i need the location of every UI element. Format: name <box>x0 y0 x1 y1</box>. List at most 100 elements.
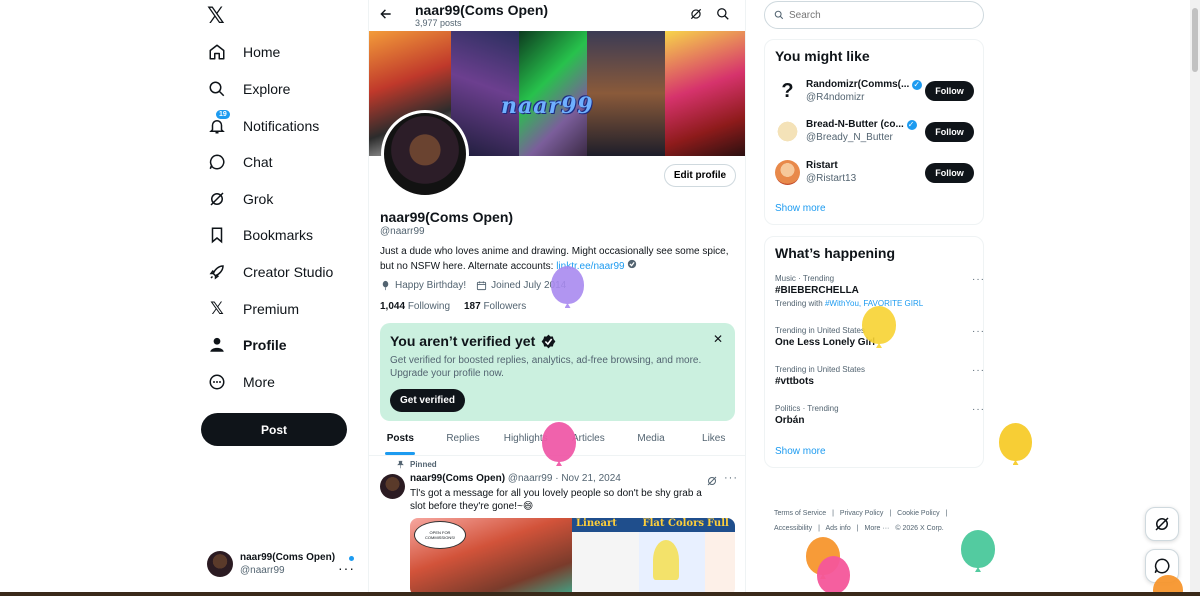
scrollbar[interactable] <box>1190 0 1200 592</box>
post-count: 3,977 posts <box>415 18 462 28</box>
search-bar[interactable] <box>764 1 984 29</box>
more-circle-icon <box>207 372 227 392</box>
speech-bubble: OPEN FOR COMMISSIONS! <box>414 521 466 549</box>
footer-link[interactable]: Accessibility <box>774 525 812 532</box>
tweet-date[interactable]: · Nov 21, 2024 <box>555 473 621 484</box>
back-arrow-icon[interactable] <box>379 7 393 24</box>
footer-link[interactable]: Privacy Policy <box>840 510 884 517</box>
show-more-link[interactable]: Show more <box>775 446 826 457</box>
tab-posts[interactable]: Posts <box>369 425 432 455</box>
nav-label: Chat <box>243 154 273 170</box>
profile-meta: Happy Birthday! Joined July 2014 <box>380 280 576 291</box>
verify-title: You aren’t verified yet <box>390 333 556 349</box>
x-logo-icon[interactable]: 𝕏 <box>207 5 227 27</box>
more-horizontal-icon: ··· <box>338 560 355 576</box>
search-icon <box>774 10 784 20</box>
media-label: Flat Colors <box>638 518 705 532</box>
more-horizontal-icon[interactable]: ··· <box>972 404 985 415</box>
footer-link[interactable]: More ··· <box>865 525 890 532</box>
footer-separator: | <box>832 510 834 517</box>
birthday-text: Happy Birthday! <box>395 280 467 291</box>
card-title: You might like <box>775 48 870 64</box>
nav-grok[interactable]: Grok <box>195 182 365 216</box>
grok-icon[interactable] <box>706 474 718 486</box>
footer-link[interactable]: Terms of Service <box>774 510 826 517</box>
trend-item[interactable]: Trending in United States #vttbots ··· <box>775 365 985 387</box>
balloon-decoration <box>817 556 850 594</box>
profile-handle: @naarr99 <box>380 226 425 237</box>
nav-home[interactable]: Home <box>195 35 365 69</box>
tab-replies[interactable]: Replies <box>432 425 495 455</box>
trend-item[interactable]: Politics · Trending Orbán ··· <box>775 404 985 426</box>
nav-explore[interactable]: Explore <box>195 72 365 106</box>
footer-link[interactable]: Ads info <box>825 525 850 532</box>
follow-button[interactable]: Follow <box>925 81 974 101</box>
tab-media[interactable]: Media <box>620 425 683 455</box>
footer-separator: | <box>818 525 820 532</box>
nav-creator-studio[interactable]: Creator Studio <box>195 255 365 289</box>
grok-icon[interactable] <box>689 7 705 23</box>
media-image: Lineart Flat Colors Full <box>572 518 735 596</box>
search-icon[interactable] <box>716 7 732 23</box>
banner-panel <box>665 31 745 156</box>
followers-link[interactable]: 187 Followers <box>464 301 526 312</box>
left-navigation: 𝕏 Home Explore 19 Notifications Chat Gro… <box>195 0 367 596</box>
edit-profile-button[interactable]: Edit profile <box>664 164 736 187</box>
post-button[interactable]: Post <box>201 413 347 446</box>
user-handle: @R4ndomizr <box>806 92 865 103</box>
trend-topic: #BIEBERCHELLA <box>775 285 859 296</box>
user-name: Bread-N-Butter (co... <box>806 119 904 130</box>
trend-context: Politics · Trending <box>775 404 839 413</box>
grok-fab[interactable] <box>1145 507 1179 541</box>
nav-bookmarks[interactable]: Bookmarks <box>195 218 365 252</box>
more-horizontal-icon[interactable]: ··· <box>972 274 985 285</box>
footer-links: Terms of Service | Privacy Policy | Cook… <box>774 506 984 536</box>
follow-button[interactable]: Follow <box>925 122 974 142</box>
nav-chat[interactable]: Chat <box>195 145 365 179</box>
more-horizontal-icon[interactable]: ··· <box>724 472 738 484</box>
nav-label: Explore <box>243 81 291 97</box>
x-logo-icon: 𝕏 <box>210 299 224 318</box>
media-panel: Flat Colors <box>638 518 705 596</box>
following-link[interactable]: 1,044 Following <box>380 301 450 312</box>
tab-likes[interactable]: Likes <box>682 425 745 455</box>
balloon-decoration <box>862 306 896 344</box>
avatar <box>775 118 800 144</box>
copyright: © 2026 X Corp. <box>895 525 944 532</box>
pin-icon <box>397 460 404 469</box>
close-icon[interactable]: ✕ <box>713 332 723 346</box>
nav-label: Bookmarks <box>243 227 314 243</box>
more-horizontal-icon[interactable]: ··· <box>972 326 985 337</box>
tweet-author-name[interactable]: naar99(Coms Open) <box>410 473 505 484</box>
tweet-media[interactable]: OPEN FOR COMMISSIONS! Lineart Flat Color… <box>410 518 735 596</box>
balloon-decoration <box>542 422 576 462</box>
trend-topic: #vttbots <box>775 376 814 387</box>
verification-prompt: You aren’t verified yet ✕ Get verified f… <box>380 323 735 421</box>
trend-topic: Orbán <box>775 415 805 426</box>
nav-premium[interactable]: 𝕏 Premium <box>195 292 365 326</box>
media-label: Lineart <box>572 518 639 532</box>
footer-link[interactable]: Cookie Policy <box>897 510 939 517</box>
more-horizontal-icon[interactable]: ··· <box>972 365 985 376</box>
avatar[interactable] <box>380 474 405 499</box>
follow-button[interactable]: Follow <box>925 163 974 183</box>
scrollbar-thumb[interactable] <box>1192 8 1198 72</box>
nav-notifications[interactable]: 19 Notifications <box>195 109 365 143</box>
profile-stats: 1,044 Following 187 Followers <box>380 301 526 312</box>
birthday-item: Happy Birthday! <box>380 280 466 291</box>
balloon-decoration <box>551 266 584 304</box>
media-label: Full <box>705 518 735 532</box>
trend-item[interactable]: Music · Trending #BIEBERCHELLA Trending … <box>775 274 985 308</box>
show-more-link[interactable]: Show more <box>775 203 826 214</box>
profile-avatar[interactable] <box>381 110 469 198</box>
get-verified-button[interactable]: Get verified <box>390 389 465 412</box>
nav-label: Notifications <box>243 118 320 134</box>
media-image: OPEN FOR COMMISSIONS! <box>410 518 572 596</box>
account-switcher[interactable]: naar99(Coms Open) @naarr99 ··· <box>207 548 357 580</box>
nav-profile[interactable]: Profile <box>195 328 365 362</box>
nav-more[interactable]: More <box>195 365 365 399</box>
banner-title: naar99 <box>501 93 594 119</box>
search-input[interactable] <box>789 9 969 21</box>
tweet-author-handle[interactable]: @naarr99 <box>508 473 553 484</box>
pinned-label: Pinned <box>396 460 437 469</box>
